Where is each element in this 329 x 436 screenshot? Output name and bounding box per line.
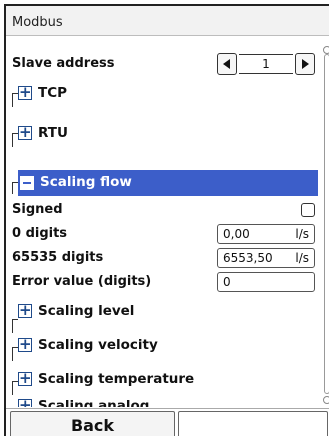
signed-row: Signed [6,199,319,221]
max-digits-value: 6553,50 [223,251,273,265]
group-rtu-label: RTU [38,125,68,141]
settings-list: Slave address 1 + TCP + RTU Scaling flow… [6,37,319,407]
zero-digits-field[interactable]: 0,00 l/s [217,224,315,244]
scrollbar[interactable] [321,46,329,406]
group-scaling-velocity-label: Scaling velocity [38,337,158,353]
back-button[interactable]: Back [10,411,175,436]
plus-icon: + [18,83,32,101]
zero-digits-row: 0 digits 0,00 l/s [6,223,319,245]
group-tcp[interactable]: + TCP [18,81,316,107]
scroll-up-icon[interactable] [323,46,329,54]
error-value-field[interactable]: 0 [217,272,315,292]
plus-icon: + [18,335,32,353]
group-scaling-analog[interactable]: + Scaling analog [18,394,316,407]
group-scaling-velocity[interactable]: + Scaling velocity [18,333,316,359]
zero-digits-value: 0,00 [223,227,250,241]
signed-checkbox[interactable] [301,203,315,217]
signed-label: Signed [12,202,63,217]
zero-digits-label: 0 digits [12,226,68,241]
group-scaling-flow-label: Scaling flow [40,174,132,190]
minus-icon [20,176,34,190]
plus-icon: + [18,123,32,141]
page-title: Modbus [6,6,329,36]
scrollbar-thumb[interactable] [324,54,329,394]
slave-address-label: Slave address [12,56,115,71]
zero-digits-unit: l/s [295,227,309,241]
footer-bar: Back [6,408,329,436]
plus-icon: + [18,369,32,387]
max-digits-label: 65535 digits [12,250,104,265]
max-digits-field[interactable]: 6553,50 l/s [217,248,315,268]
max-digits-row: 65535 digits 6553,50 l/s [6,247,319,269]
group-scaling-flow[interactable]: Scaling flow [18,170,318,196]
plus-icon: + [18,301,32,319]
group-scaling-level-label: Scaling level [38,303,135,319]
group-rtu[interactable]: + RTU [18,121,316,147]
error-value-label: Error value (digits) [12,274,152,289]
modbus-window: Modbus Slave address 1 + TCP + RTU Scali… [4,4,329,436]
slave-address-value[interactable]: 1 [239,54,293,74]
group-scaling-analog-label: Scaling analog [38,398,150,407]
increment-button[interactable] [295,53,315,75]
arrow-left-icon [223,59,230,69]
error-value-row: Error value (digits) 0 [6,271,319,293]
group-tcp-label: TCP [38,85,68,101]
error-value-value: 0 [223,275,231,289]
slave-address-row: Slave address 1 [6,53,319,77]
softkey-right[interactable] [178,411,328,436]
scroll-down-icon[interactable] [323,396,329,404]
plus-icon: + [18,398,32,407]
decrement-button[interactable] [217,53,237,75]
arrow-right-icon [302,59,309,69]
slave-address-stepper[interactable]: 1 [217,53,315,75]
max-digits-unit: l/s [295,251,309,265]
group-scaling-level[interactable]: + Scaling level [18,299,316,325]
group-scaling-temperature[interactable]: + Scaling temperature [18,367,316,393]
group-scaling-temperature-label: Scaling temperature [38,371,195,387]
